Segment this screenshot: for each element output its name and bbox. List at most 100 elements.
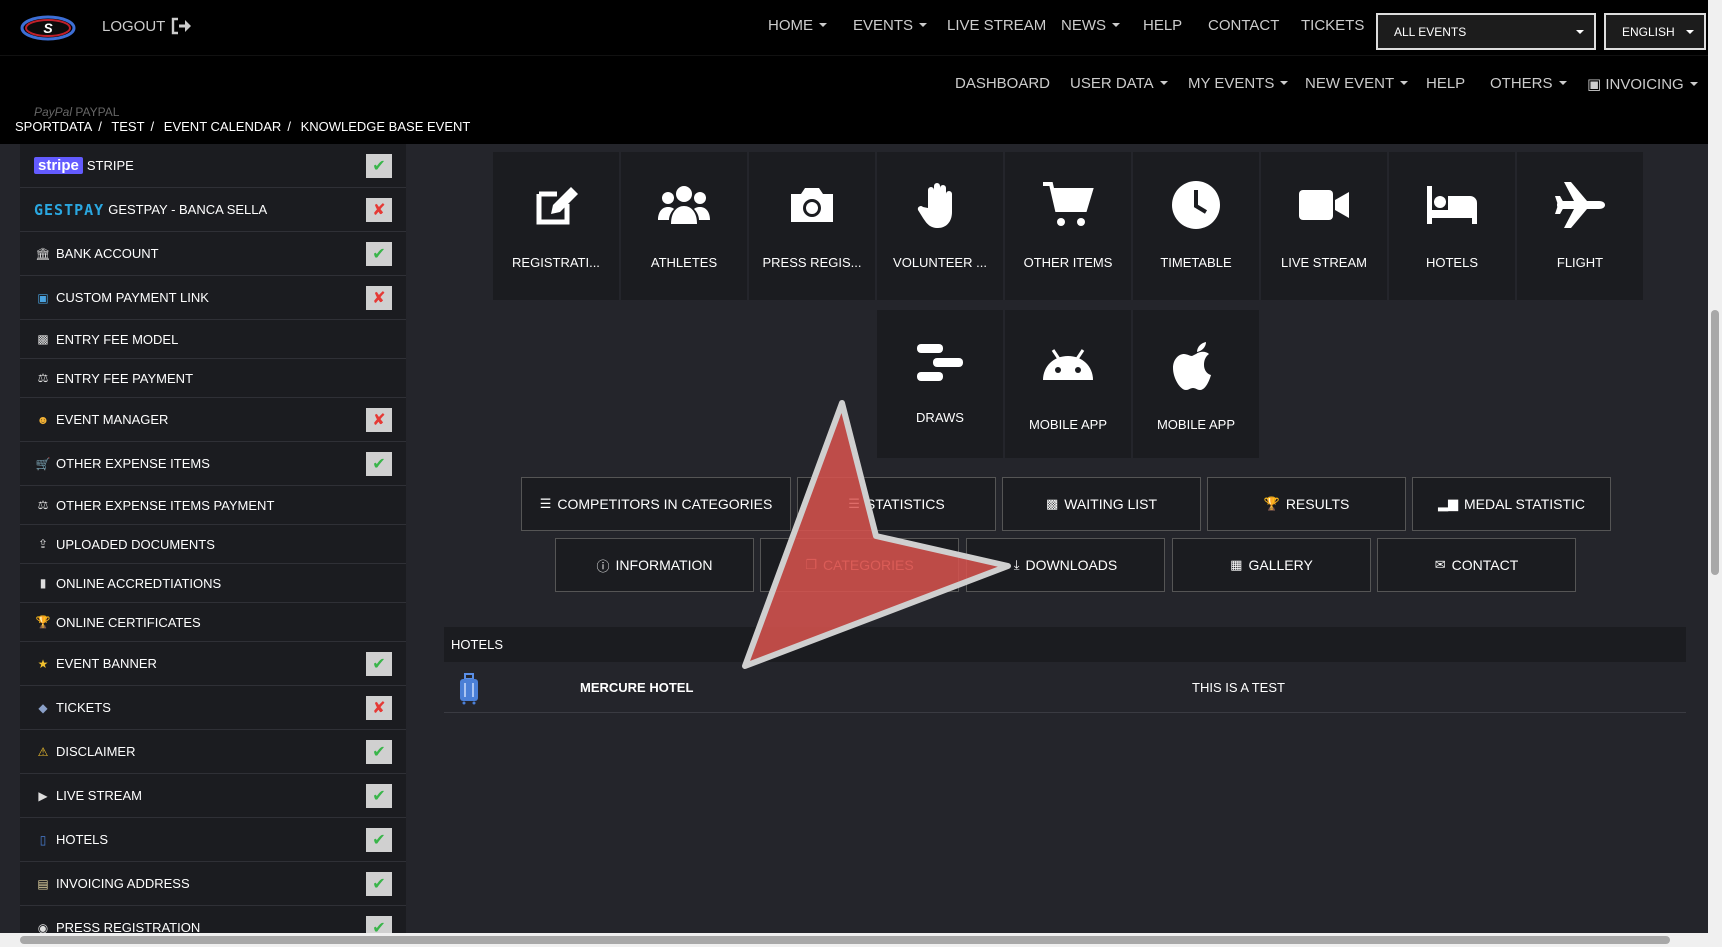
event-select[interactable]: ALL EVENTS: [1376, 13, 1596, 50]
nav-news[interactable]: NEWS: [1061, 17, 1120, 34]
scrollbar-thumb[interactable]: [20, 936, 1670, 944]
button-label: GALLERY: [1248, 557, 1313, 573]
language-select[interactable]: ENGLISH: [1604, 13, 1706, 50]
tile-athletes[interactable]: ATHLETES: [621, 152, 747, 300]
check-icon[interactable]: ✔: [366, 739, 392, 764]
subnav-others[interactable]: OTHERS: [1490, 75, 1567, 92]
logout-link[interactable]: LOGOUT: [102, 17, 193, 35]
check-icon[interactable]: ✔: [366, 153, 392, 178]
sidebar-item-label: HOTELS: [56, 832, 109, 847]
list-icon: ☰: [539, 496, 552, 511]
check-icon[interactable]: ✔: [366, 451, 392, 476]
breadcrumb-item[interactable]: TEST: [111, 119, 144, 134]
sidebar-item-event-banner[interactable]: ★ EVENT BANNER ✔: [20, 642, 406, 686]
sidebar-item-gestpay[interactable]: GESTPAY GESTPAY - BANCA SELLA ✘: [20, 188, 406, 232]
statistics-button[interactable]: ☰ STATISTICS: [797, 477, 996, 531]
tile-live-stream[interactable]: LIVE STREAM: [1261, 152, 1387, 300]
nav-live-stream[interactable]: LIVE STREAM: [947, 17, 1046, 34]
check-icon[interactable]: ✔: [366, 871, 392, 896]
paypal-label: PAYPAL: [75, 105, 120, 119]
results-button[interactable]: 🏆 RESULTS: [1207, 477, 1406, 531]
sidebar-item-other-expense-items[interactable]: 🛒 OTHER EXPENSE ITEMS ✔: [20, 442, 406, 486]
sidebar-item-label: BANK ACCOUNT: [56, 246, 159, 261]
tile-volunteer[interactable]: VOLUNTEER ...: [877, 152, 1003, 300]
sidebar-item-hotels[interactable]: ▯ HOTELS ✔: [20, 818, 406, 862]
nav-help[interactable]: HELP: [1143, 17, 1182, 34]
check-icon[interactable]: ✔: [366, 915, 392, 934]
sidebar-item-other-expense-items-payment[interactable]: ⚖ OTHER EXPENSE ITEMS PAYMENT: [20, 486, 406, 525]
check-icon[interactable]: ✔: [366, 827, 392, 852]
sportdata-logo[interactable]: S: [20, 12, 76, 44]
breadcrumb-item[interactable]: SPORTDATA: [15, 119, 92, 134]
tile-label: TIMETABLE: [1160, 255, 1232, 270]
nav-events[interactable]: EVENTS: [853, 17, 927, 34]
info-icon: ⓘ: [596, 558, 610, 574]
sidebar-item-uploaded-documents[interactable]: ⇪ UPLOADED DOCUMENTS: [20, 525, 406, 564]
close-icon[interactable]: ✘: [366, 285, 392, 310]
close-icon[interactable]: ✘: [366, 695, 392, 720]
tile-label: FLIGHT: [1556, 255, 1604, 270]
breadcrumb-item[interactable]: EVENT CALENDAR: [164, 119, 282, 134]
star-icon: ★: [37, 656, 49, 671]
sidebar-item-custom-payment-link[interactable]: ▣ CUSTOM PAYMENT LINK ✘: [20, 276, 406, 320]
close-icon[interactable]: ✘: [366, 407, 392, 432]
nav-contact[interactable]: CONTACT: [1208, 17, 1279, 34]
copy-icon: ❐: [805, 557, 817, 572]
table-row[interactable]: MERCURE HOTEL THIS IS A TEST: [444, 663, 1686, 713]
scrollbar-thumb[interactable]: [1711, 310, 1719, 575]
sidebar-item-invoicing-address[interactable]: ▤ INVOICING ADDRESS ✔: [20, 862, 406, 906]
luggage-icon: ▯: [39, 832, 47, 847]
sidebar-item-online-certificates[interactable]: 🏆 ONLINE CERTIFICATES: [20, 603, 406, 642]
close-icon[interactable]: ✘: [366, 197, 392, 222]
tile-label: VOLUNTEER ...: [893, 255, 987, 270]
subnav-dashboard[interactable]: DASHBOARD: [955, 75, 1050, 92]
bar-chart-icon: ▂▆: [1437, 496, 1458, 511]
sidebar-item-stripe[interactable]: stripe STRIPE ✔: [20, 144, 406, 188]
tile-draws[interactable]: DRAWS: [877, 310, 1003, 458]
nav-contact-label: CONTACT: [1208, 17, 1280, 34]
information-button[interactable]: ⓘ INFORMATION: [555, 538, 754, 592]
sidebar-item-disclaimer[interactable]: ⚠ DISCLAIMER ✔: [20, 730, 406, 774]
downloads-button[interactable]: ⤓ DOWNLOADS: [966, 538, 1165, 592]
sidebar-item-bank-account[interactable]: 🏛 BANK ACCOUNT ✔: [20, 232, 406, 276]
subnav-my-events[interactable]: MY EVENTS: [1188, 75, 1288, 92]
badge-icon: ▮: [39, 576, 47, 590]
button-label: STATISTICS: [865, 496, 945, 512]
nav-tickets[interactable]: TICKETS: [1301, 17, 1364, 34]
tile-label: PRESS REGIS...: [762, 255, 862, 270]
check-icon[interactable]: ✔: [366, 651, 392, 676]
tile-flight[interactable]: FLIGHT: [1517, 152, 1643, 300]
categories-button[interactable]: ❐ CATEGORIES: [760, 538, 959, 592]
contact-button[interactable]: ✉ CONTACT: [1377, 538, 1576, 592]
tile-registration[interactable]: REGISTRATI...: [493, 152, 619, 300]
tile-timetable[interactable]: TIMETABLE: [1133, 152, 1259, 300]
medal-statistic-button[interactable]: ▂▆ MEDAL STATISTIC: [1412, 477, 1611, 531]
subnav-invoicing[interactable]: ▣ INVOICING: [1587, 75, 1698, 93]
tile-hotels[interactable]: HOTELS: [1389, 152, 1515, 300]
subnav-help[interactable]: HELP: [1426, 75, 1465, 92]
sidebar-item-entry-fee-model[interactable]: ▩ ENTRY FEE MODEL: [20, 320, 406, 359]
vertical-scrollbar[interactable]: [1708, 0, 1722, 947]
sidebar-item-tickets[interactable]: ◆ TICKETS ✘: [20, 686, 406, 730]
tile-mobile-app-apple[interactable]: MOBILE APP: [1133, 310, 1259, 458]
sidebar-item-live-stream[interactable]: ▶ LIVE STREAM ✔: [20, 774, 406, 818]
check-icon[interactable]: ✔: [366, 241, 392, 266]
subnav-user-data[interactable]: USER DATA: [1070, 75, 1168, 92]
subnav-new-event[interactable]: NEW EVENT: [1305, 75, 1408, 92]
tile-mobile-app-android[interactable]: MOBILE APP: [1005, 310, 1131, 458]
sidebar-item-entry-fee-payment[interactable]: ⚖ ENTRY FEE PAYMENT: [20, 359, 406, 398]
waiting-list-button[interactable]: ▩ WAITING LIST: [1002, 477, 1201, 531]
tile-press-registration[interactable]: PRESS REGIS...: [749, 152, 875, 300]
sidebar-item-event-manager[interactable]: ☻ EVENT MANAGER ✘: [20, 398, 406, 442]
sidebar-item-press-registration[interactable]: ◉ PRESS REGISTRATION ✔: [20, 906, 406, 934]
nav-home[interactable]: HOME: [768, 17, 827, 34]
check-icon[interactable]: ✔: [366, 783, 392, 808]
tile-other-items[interactable]: OTHER ITEMS: [1005, 152, 1131, 300]
nav-help-label: HELP: [1143, 17, 1183, 34]
horizontal-scrollbar[interactable]: [0, 933, 1708, 947]
competitors-in-categories-button[interactable]: ☰ COMPETITORS IN CATEGORIES: [521, 477, 791, 531]
sidebar-item-online-accreditations[interactable]: ▮ ONLINE ACCREDTIATIONS: [20, 564, 406, 603]
gallery-button[interactable]: ▦ GALLERY: [1172, 538, 1371, 592]
payment-icon: ⚖: [37, 371, 49, 385]
sidebar: stripe STRIPE ✔ GESTPAY GESTPAY - BANCA …: [20, 144, 406, 934]
